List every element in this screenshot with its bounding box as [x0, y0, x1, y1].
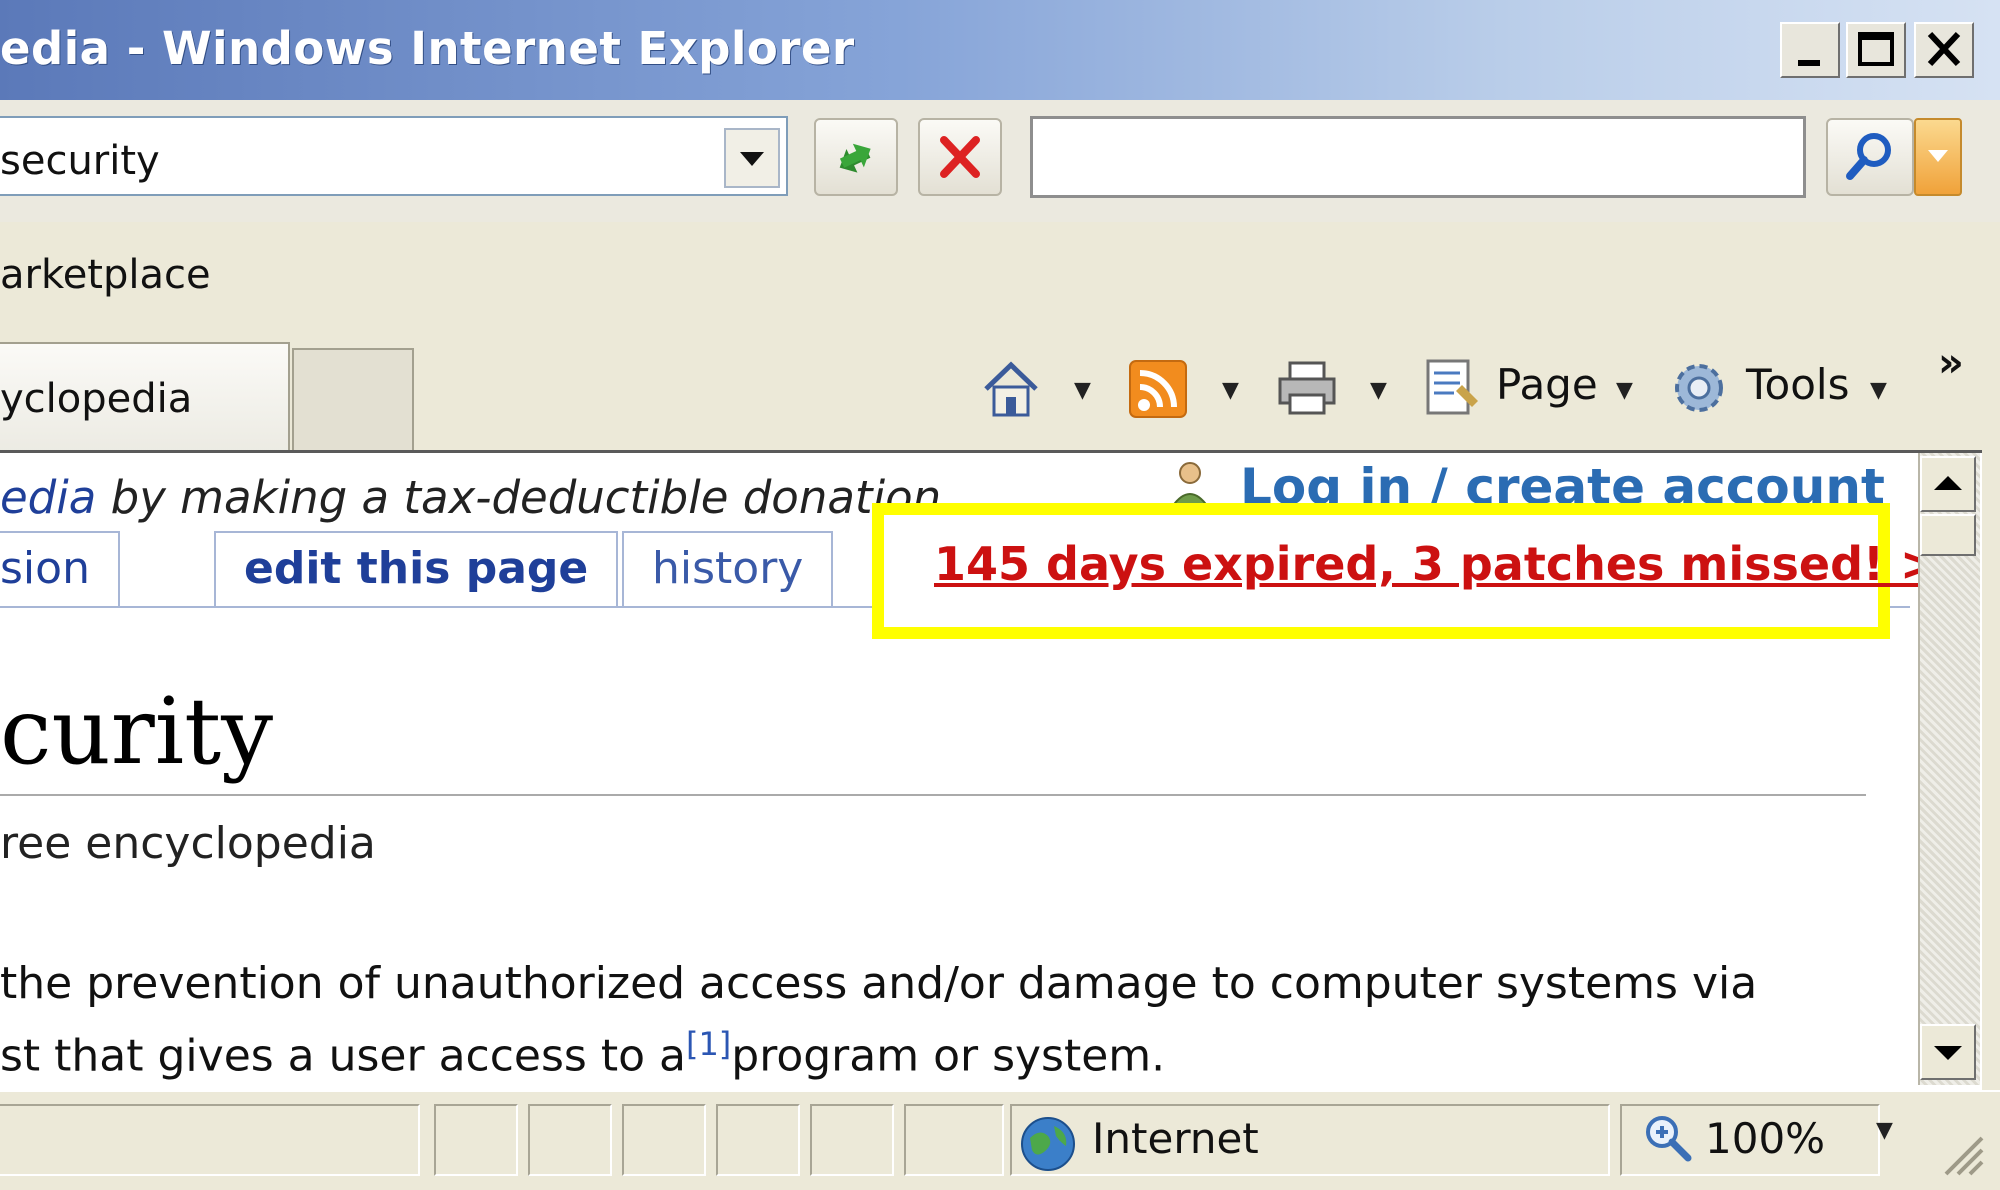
scroll-down-button[interactable] [1920, 1024, 1976, 1080]
address-toolbar: security [0, 100, 2000, 224]
status-text-pane [0, 1104, 420, 1176]
page-tagline: ree encyclopedia [0, 818, 376, 869]
paragraph-line: the prevention of unauthorized access an… [0, 958, 1758, 1009]
status-pane [904, 1104, 1004, 1176]
zoom-level: 100% [1705, 1114, 1826, 1163]
address-url: security [0, 138, 160, 184]
refresh-button[interactable] [814, 118, 898, 196]
citation-link[interactable]: [1] [686, 1025, 731, 1063]
search-options-button[interactable] [1914, 118, 1962, 196]
user-icon [1170, 462, 1210, 508]
scroll-up-button[interactable] [1920, 456, 1976, 512]
chevron-down-icon [1928, 150, 1948, 162]
page-dropdown-icon[interactable]: ▼ [1616, 378, 1633, 403]
status-pane [622, 1104, 706, 1176]
address-input[interactable]: security [0, 116, 788, 196]
close-button[interactable] [1914, 22, 1974, 78]
links-item[interactable]: arketplace [0, 252, 211, 298]
title-divider [0, 794, 1866, 796]
toolbar-overflow-button[interactable]: » [1938, 340, 1964, 386]
page-icon[interactable] [1418, 355, 1484, 421]
close-icon [1927, 31, 1961, 67]
tab-edit[interactable]: edit this page [214, 531, 619, 606]
donation-text: by making a tax-deductible donation. [96, 471, 956, 524]
print-icon[interactable] [1274, 355, 1340, 421]
rss-feed-icon[interactable] [1126, 355, 1192, 421]
paragraph-text: program or system. [731, 1030, 1166, 1082]
minimize-icon [1798, 60, 1820, 66]
page-menu[interactable]: Page [1496, 360, 1598, 409]
resize-grip-icon[interactable] [1936, 1128, 1986, 1178]
search-input[interactable] [1030, 116, 1806, 198]
status-bar: Internet 100% ▼ [0, 1090, 2000, 1190]
zoom-dropdown-icon[interactable]: ▼ [1876, 1118, 1893, 1143]
browser-tab[interactable]: yclopedia [0, 342, 290, 452]
search-button[interactable] [1826, 118, 1914, 196]
tab-discussion[interactable]: sion [0, 531, 120, 606]
status-pane [434, 1104, 518, 1176]
chevron-down-icon [740, 152, 764, 166]
search-icon [1846, 133, 1891, 180]
new-tab-button[interactable] [292, 348, 414, 452]
title-bar: edia - Windows Internet Explorer [0, 0, 2000, 102]
links-toolbar: arketplace [0, 222, 2000, 332]
tab-history[interactable]: history [622, 531, 834, 606]
scrollbar-thumb[interactable] [1920, 514, 1976, 556]
tools-dropdown-icon[interactable]: ▼ [1870, 378, 1887, 403]
stop-icon [940, 136, 980, 178]
stop-button[interactable] [918, 118, 1002, 196]
scroll-down-icon [1934, 1046, 1962, 1060]
scroll-up-icon [1934, 476, 1962, 490]
maximize-icon [1858, 32, 1894, 66]
security-zone-label: Internet [1092, 1114, 1259, 1163]
address-dropdown-button[interactable] [724, 128, 780, 188]
paragraph-line: st that gives a user access to a[1]progr… [0, 1025, 1165, 1082]
tools-menu[interactable]: Tools [1746, 360, 1849, 409]
expired-patches-alert-link[interactable]: 145 days expired, 3 patches missed! >> [934, 537, 1977, 591]
zoom-icon [1646, 1116, 1692, 1162]
page-title: curity [0, 678, 274, 785]
page-content: edia by making a tax-deductible donation… [0, 450, 1982, 1090]
tab-label: yclopedia [0, 376, 193, 422]
status-pane [716, 1104, 800, 1176]
maximize-button[interactable] [1846, 22, 1906, 78]
minimize-button[interactable] [1780, 22, 1840, 78]
window-title: edia - Windows Internet Explorer [0, 22, 855, 75]
feed-dropdown-icon[interactable]: ▼ [1222, 378, 1239, 403]
home-icon[interactable] [978, 355, 1044, 421]
paragraph-text: st that gives a user access to a [0, 1030, 686, 1082]
home-dropdown-icon[interactable]: ▼ [1074, 378, 1091, 403]
globe-icon [1021, 1117, 1075, 1171]
donation-banner: edia by making a tax-deductible donation… [0, 471, 955, 524]
print-dropdown-icon[interactable]: ▼ [1370, 378, 1387, 403]
refresh-icon [839, 143, 871, 173]
status-pane [810, 1104, 894, 1176]
status-pane [528, 1104, 612, 1176]
donation-link[interactable]: edia [0, 471, 96, 524]
tab-command-bar: yclopedia ▼ ▼ ▼ Page ▼ Tools ▼ » [0, 330, 2000, 452]
tools-gear-icon[interactable] [1666, 355, 1732, 421]
